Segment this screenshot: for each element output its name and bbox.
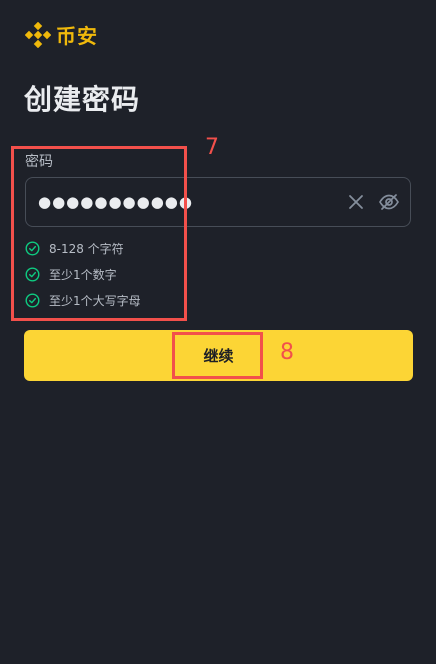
annotation-box-8 [172, 332, 263, 379]
close-icon[interactable] [348, 194, 364, 210]
brand-logo: 币安 [25, 20, 98, 49]
annotation-number-7: 7 [205, 135, 219, 160]
eye-off-icon[interactable] [378, 193, 400, 211]
page-title: 创建密码 [24, 83, 141, 116]
annotation-box-7 [11, 146, 187, 321]
brand-name: 币安 [56, 24, 98, 48]
annotation-number-8: 8 [280, 340, 294, 365]
binance-logo-icon [25, 21, 51, 48]
